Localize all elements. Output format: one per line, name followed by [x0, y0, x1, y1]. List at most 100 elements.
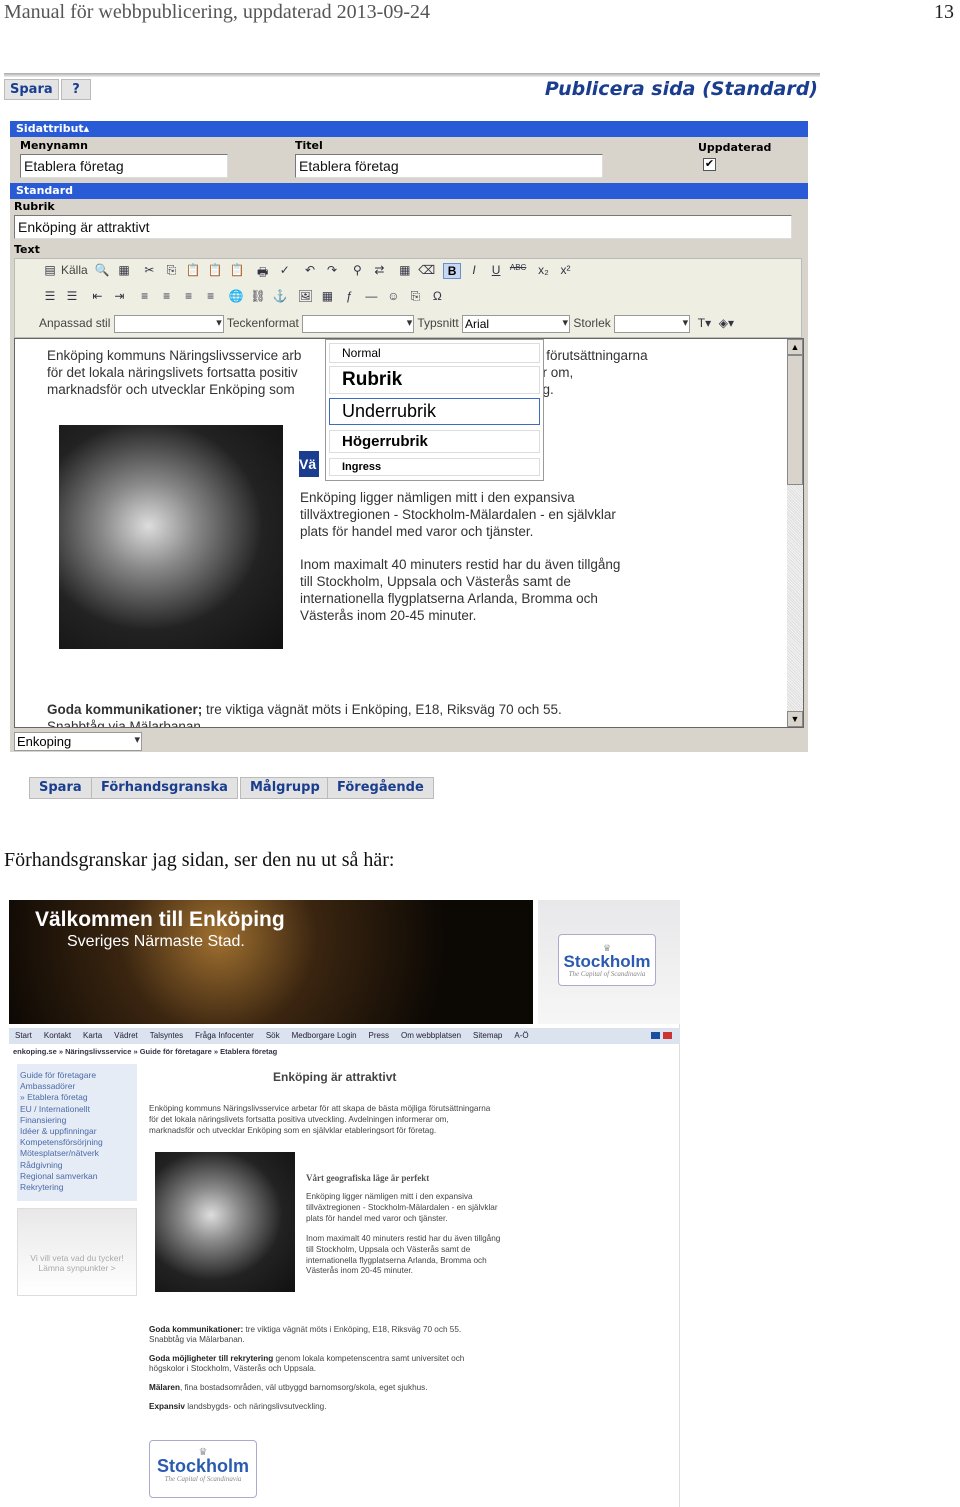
scroll-down-icon[interactable]: ▼ — [787, 711, 803, 727]
image-icon[interactable]: 🖼 — [296, 289, 314, 305]
align-left-icon[interactable]: ≡ — [136, 289, 154, 305]
underline-icon[interactable]: U — [487, 263, 505, 279]
source-icon[interactable]: ▤ — [41, 263, 59, 279]
format-option-underrubrik[interactable]: Underrubrik — [329, 398, 540, 425]
anchor-icon[interactable]: ⚓ — [271, 289, 289, 305]
menu-item[interactable]: Idéer & uppfinningar — [20, 1126, 134, 1137]
redo-icon[interactable]: ↷ — [323, 263, 341, 279]
spellcheck-icon[interactable]: ✓ — [276, 263, 294, 279]
scroll-thumb[interactable] — [787, 355, 803, 485]
replace-icon[interactable]: ⇄ — [370, 263, 388, 279]
subscript-icon[interactable]: x₂ — [534, 263, 552, 279]
bullet-list-icon[interactable]: ☰ — [63, 289, 81, 305]
target-group-button[interactable]: Målgrupp — [240, 777, 330, 799]
breadcrumb[interactable]: enkoping.se » Näringslivsservice » Guide… — [13, 1047, 277, 1056]
align-right-icon[interactable]: ≡ — [180, 289, 198, 305]
italic-icon[interactable]: I — [465, 263, 483, 279]
text-color-icon[interactable]: T▾ — [695, 316, 713, 332]
save-button[interactable]: Spara — [4, 79, 59, 100]
select-all-icon[interactable]: ▦ — [396, 263, 414, 279]
titel-input[interactable] — [295, 154, 603, 178]
align-center-icon[interactable]: ≡ — [158, 289, 176, 305]
flash-icon[interactable]: ƒ — [340, 289, 358, 305]
previous-button[interactable]: Föregående — [327, 777, 434, 799]
menu-item[interactable]: Ambassadörer — [20, 1081, 134, 1092]
text: landsbygds- och näringslivsutveckling. — [184, 1402, 327, 1411]
eraser-icon[interactable]: ⌫ — [418, 263, 436, 279]
editor-panel: Sidattribut▴ Menynamn Titel Uppdaterad ✔… — [10, 121, 808, 752]
indent-icon[interactable]: ⇥ — [110, 289, 128, 305]
nav-item[interactable]: Sitemap — [467, 1028, 508, 1040]
table-icon[interactable]: ▦ — [318, 289, 336, 305]
nav-item[interactable]: Vädret — [108, 1028, 144, 1040]
copy-icon[interactable]: ⎘ — [162, 263, 180, 279]
nav-item[interactable]: Talsyntes — [144, 1028, 189, 1040]
paste-word-icon[interactable]: 📋 — [228, 263, 246, 279]
menu-item[interactable]: EU / Internationellt — [20, 1104, 134, 1115]
source-button[interactable]: Källa — [61, 263, 88, 277]
save-button[interactable]: Spara — [29, 777, 92, 799]
custom-style-select[interactable] — [113, 315, 224, 333]
preview-icon[interactable]: 🔍 — [93, 263, 111, 279]
template-icon[interactable]: ▦ — [115, 263, 133, 279]
nav-item[interactable]: Om webbplatsen — [395, 1028, 467, 1040]
menu-item[interactable]: Rekrytering — [20, 1182, 134, 1193]
find-icon[interactable]: ⚲ — [348, 263, 366, 279]
nav-item[interactable]: A-Ö — [508, 1028, 534, 1040]
section-attributes-bar[interactable]: Sidattribut▴ — [10, 121, 808, 137]
intro-line: marknadsför och utvecklar Enköping som — [47, 382, 295, 397]
special-char-icon[interactable]: Ω — [428, 289, 446, 305]
format-option-hogerrubrik[interactable]: Högerrubrik — [329, 430, 540, 453]
editor-content-area[interactable]: Enköping kommuns Näringslivsservice arb … — [14, 338, 804, 728]
preview-button[interactable]: Förhandsgranska — [91, 777, 238, 799]
menu-item[interactable]: Guide för företagare — [20, 1070, 134, 1081]
nav-item[interactable]: Fråga Infocenter — [189, 1028, 260, 1040]
template-select[interactable]: Enkoping — [14, 732, 142, 751]
nav-item[interactable]: Press — [363, 1028, 395, 1040]
nav-item[interactable]: Medborgare Login — [286, 1028, 363, 1040]
uppdaterad-checkbox[interactable]: ✔ — [703, 158, 716, 171]
feedback-box[interactable]: Vi vill veta vad du tycker! Lämna synpun… — [17, 1208, 137, 1296]
link-icon[interactable]: 🌐 — [227, 289, 245, 305]
smiley-icon[interactable]: ☺ — [384, 289, 402, 305]
menu-item[interactable]: Kompetensförsörjning — [20, 1137, 134, 1148]
strike-icon[interactable]: ABC — [509, 263, 527, 279]
scroll-up-icon[interactable]: ▲ — [787, 339, 803, 355]
swedish-flag-icon[interactable] — [651, 1032, 660, 1039]
menu-item[interactable]: » Etablera företag — [20, 1092, 134, 1103]
menu-item[interactable]: Rådgivning — [20, 1160, 134, 1171]
menu-item[interactable]: Regional samverkan — [20, 1171, 134, 1182]
rubrik-input[interactable] — [14, 215, 792, 239]
format-option-rubrik[interactable]: Rubrik — [329, 366, 540, 394]
menynamn-input[interactable] — [20, 154, 228, 178]
menu-item[interactable]: Finansiering — [20, 1115, 134, 1126]
undo-icon[interactable]: ↶ — [301, 263, 319, 279]
print-icon[interactable]: 🖶 — [254, 263, 272, 279]
preview-heading: Enköping är attraktivt — [273, 1070, 397, 1084]
justify-icon[interactable]: ≡ — [202, 289, 220, 305]
horizontal-rule-icon[interactable]: — — [362, 289, 380, 305]
english-flag-icon[interactable] — [663, 1032, 672, 1039]
format-option-normal[interactable]: Normal — [329, 343, 540, 363]
nav-item[interactable]: Start — [9, 1028, 38, 1040]
bold-icon[interactable]: B — [443, 263, 462, 279]
superscript-icon[interactable]: x² — [556, 263, 574, 279]
outdent-icon[interactable]: ⇤ — [88, 289, 106, 305]
format-select[interactable] — [302, 315, 415, 333]
nav-item[interactable]: Sök — [260, 1028, 286, 1040]
format-option-ingress[interactable]: Ingress — [329, 458, 540, 476]
nav-item[interactable]: Karta — [77, 1028, 108, 1040]
numbered-list-icon[interactable]: ☰ — [41, 289, 59, 305]
paste-text-icon[interactable]: 📋 — [206, 263, 224, 279]
menu-item[interactable]: Mötesplatser/nätverk — [20, 1148, 134, 1159]
unlink-icon[interactable]: ⛓ — [249, 289, 267, 305]
help-button[interactable]: ? — [61, 79, 91, 100]
font-select[interactable]: Arial — [462, 315, 571, 333]
page-break-icon[interactable]: ⎘ — [406, 289, 424, 305]
editor-scrollbar[interactable]: ▲ ▼ — [787, 339, 803, 727]
background-color-icon[interactable]: ◈▾ — [717, 316, 735, 332]
paste-icon[interactable]: 📋 — [184, 263, 202, 279]
nav-item[interactable]: Kontakt — [38, 1028, 77, 1040]
cut-icon[interactable]: ✂ — [140, 263, 158, 279]
size-select[interactable] — [614, 315, 691, 333]
